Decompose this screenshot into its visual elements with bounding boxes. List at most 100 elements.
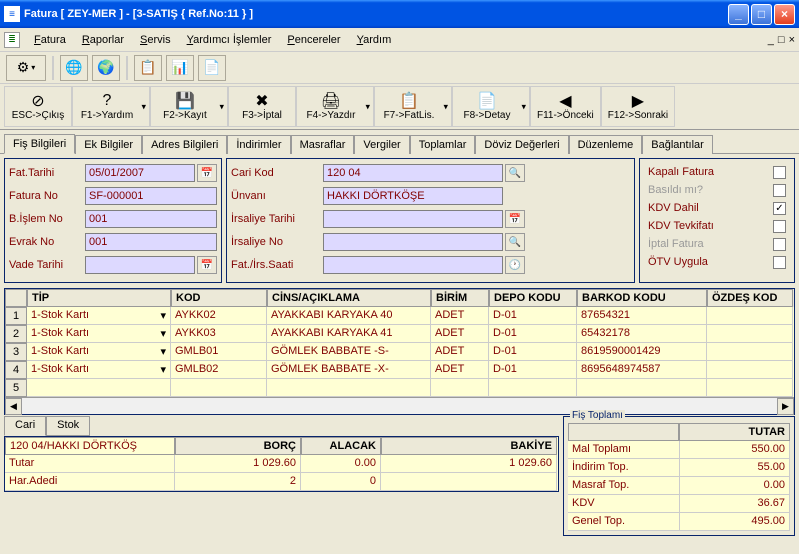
grid-cell[interactable] <box>577 379 707 397</box>
tab-3[interactable]: İndirimler <box>227 135 290 154</box>
grid-cell[interactable]: ADET <box>431 307 489 325</box>
checkbox-ÖTV Uygula[interactable] <box>773 256 786 269</box>
checkbox-Kapalı Fatura[interactable] <box>773 166 786 179</box>
input-B.İşlem No[interactable]: 001 <box>85 210 217 228</box>
scroll-left-button[interactable]: ◀ <box>5 398 22 415</box>
grid-header-4[interactable]: BİRİM <box>431 289 489 307</box>
menu-servis[interactable]: Servis <box>132 32 179 48</box>
tb1-btn-2[interactable]: 🌐 <box>60 55 88 81</box>
tb1-btn-5[interactable]: 📊 <box>166 55 194 81</box>
grid-cell[interactable]: 1 <box>5 307 27 325</box>
scroll-track[interactable] <box>22 398 777 414</box>
tb1-btn-3[interactable]: 🌍 <box>92 55 120 81</box>
tb1-btn-1[interactable]: ⚙▾ <box>6 55 46 81</box>
grid-cell[interactable] <box>707 343 793 361</box>
tab-4[interactable]: Masraflar <box>291 135 355 154</box>
input-Vade Tarihi[interactable] <box>85 256 195 274</box>
scroll-right-button[interactable]: ▶ <box>777 398 794 415</box>
input-Cari Kod[interactable]: 120 04 <box>323 164 503 182</box>
grid-cell[interactable] <box>707 379 793 397</box>
grid-cell[interactable]: D-01 <box>489 325 577 343</box>
tab-8[interactable]: Düzenleme <box>569 135 643 154</box>
tab-2[interactable]: Adres Bilgileri <box>142 135 227 154</box>
btn-Fat./İrs.Saati[interactable]: 🕐 <box>505 256 525 274</box>
minimize-button[interactable]: _ <box>728 4 749 25</box>
grid-scrollbar-h[interactable]: ◀ ▶ <box>5 397 794 414</box>
grid-cell[interactable]: D-01 <box>489 361 577 379</box>
input-Fat./İrs.Saati[interactable] <box>323 256 503 274</box>
tb-f1yardm[interactable]: ?F1->Yardım <box>72 86 150 127</box>
input-İrsaliye No[interactable] <box>323 233 503 251</box>
menu-fatura[interactable]: Fatura <box>26 32 74 48</box>
tb-f12sonraki[interactable]: ▶F12->Sonraki <box>601 86 675 127</box>
grid-cell[interactable]: 1-Stok Kartı ▾ <box>27 343 171 361</box>
tb1-btn-4[interactable]: 📋 <box>134 55 162 81</box>
tab-9[interactable]: Bağlantılar <box>642 135 713 154</box>
mdi-minimize[interactable]: _ <box>768 34 774 46</box>
input-Evrak No[interactable]: 001 <box>85 233 217 251</box>
table-row[interactable]: 11-Stok Kartı ▾AYKK02AYAKKABI KARYAKA 40… <box>5 307 794 325</box>
menu-yardım[interactable]: Yardım <box>349 32 400 48</box>
grid-cell[interactable] <box>707 307 793 325</box>
tb-f2kayt[interactable]: 💾F2->Kayıt <box>150 86 228 127</box>
grid-cell[interactable]: GMLB01 <box>171 343 267 361</box>
grid-cell[interactable]: AYAKKABI KARYAKA 41 <box>267 325 431 343</box>
grid-cell[interactable]: 1-Stok Kartı ▾ <box>27 307 171 325</box>
grid-cell[interactable]: ADET <box>431 325 489 343</box>
grid-header-1[interactable]: TİP <box>27 289 171 307</box>
grid-cell[interactable]: GMLB02 <box>171 361 267 379</box>
tb-esck[interactable]: ⊘ESC->Çıkış <box>4 86 72 127</box>
grid-cell[interactable]: 1-Stok Kartı ▾ <box>27 325 171 343</box>
tb-f7fatlis[interactable]: 📋F7->FatLis. <box>374 86 452 127</box>
menu-pencereler[interactable]: Pencereler <box>279 32 348 48</box>
btn-Cari Kod[interactable]: 🔍 <box>505 164 525 182</box>
grid-cell[interactable] <box>267 379 431 397</box>
btn-Fat.Tarihi[interactable]: 📅 <box>197 164 217 182</box>
tab-5[interactable]: Vergiler <box>354 135 409 154</box>
grid-cell[interactable]: 5 <box>5 379 27 397</box>
grid-cell[interactable]: D-01 <box>489 343 577 361</box>
grid-cell[interactable] <box>27 379 171 397</box>
btn-İrsaliye Tarihi[interactable]: 📅 <box>505 210 525 228</box>
btn-İrsaliye No[interactable]: 🔍 <box>505 233 525 251</box>
grid-cell[interactable]: AYKK03 <box>171 325 267 343</box>
checkbox-KDV Dahil[interactable]: ✓ <box>773 202 786 215</box>
grid-cell[interactable]: AYAKKABI KARYAKA 40 <box>267 307 431 325</box>
table-row[interactable]: 41-Stok Kartı ▾GMLB02GÖMLEK BABBATE -X-A… <box>5 361 794 379</box>
subtab-cari[interactable]: Cari <box>4 416 46 436</box>
mdi-restore[interactable]: □ <box>778 34 785 46</box>
grid-header-7[interactable]: ÖZDEŞ KOD <box>707 289 793 307</box>
table-row[interactable]: 21-Stok Kartı ▾AYKK03AYAKKABI KARYAKA 41… <box>5 325 794 343</box>
grid-cell[interactable]: GÖMLEK BABBATE -S- <box>267 343 431 361</box>
tb-f11nceki[interactable]: ◀F11->Önceki <box>530 86 601 127</box>
grid-cell[interactable]: 8619590001429 <box>577 343 707 361</box>
grid-cell[interactable]: 3 <box>5 343 27 361</box>
grid-cell[interactable]: AYKK02 <box>171 307 267 325</box>
menu-raporlar[interactable]: Raporlar <box>74 32 132 48</box>
input-İrsaliye Tarihi[interactable] <box>323 210 503 228</box>
tab-1[interactable]: Ek Bilgiler <box>75 135 142 154</box>
table-row[interactable]: 31-Stok Kartı ▾GMLB01GÖMLEK BABBATE -S-A… <box>5 343 794 361</box>
grid-cell[interactable]: 8695648974587 <box>577 361 707 379</box>
checkbox-KDV Tevkifatı[interactable] <box>773 220 786 233</box>
tb-f3ptal[interactable]: ✖F3->İptal <box>228 86 296 127</box>
input-Fat.Tarihi[interactable]: 05/01/2007 <box>85 164 195 182</box>
subtab-stok[interactable]: Stok <box>46 416 90 436</box>
grid-header-6[interactable]: BARKOD KODU <box>577 289 707 307</box>
tab-7[interactable]: Döviz Değerleri <box>475 135 568 154</box>
grid-cell[interactable] <box>431 379 489 397</box>
grid-header-0[interactable] <box>5 289 27 307</box>
grid-cell[interactable]: ADET <box>431 343 489 361</box>
input-Fatura No[interactable]: SF-000001 <box>85 187 217 205</box>
grid-cell[interactable]: D-01 <box>489 307 577 325</box>
grid-cell[interactable] <box>489 379 577 397</box>
tb1-btn-6[interactable]: 📄 <box>198 55 226 81</box>
tb-f8detay[interactable]: 📄F8->Detay <box>452 86 530 127</box>
grid-cell[interactable]: GÖMLEK BABBATE -X- <box>267 361 431 379</box>
close-button[interactable]: × <box>774 4 795 25</box>
grid-cell[interactable]: 2 <box>5 325 27 343</box>
grid-cell[interactable]: 65432178 <box>577 325 707 343</box>
tab-0[interactable]: Fiş Bilgileri <box>4 134 75 154</box>
grid-header-2[interactable]: KOD <box>171 289 267 307</box>
grid-cell[interactable]: 4 <box>5 361 27 379</box>
